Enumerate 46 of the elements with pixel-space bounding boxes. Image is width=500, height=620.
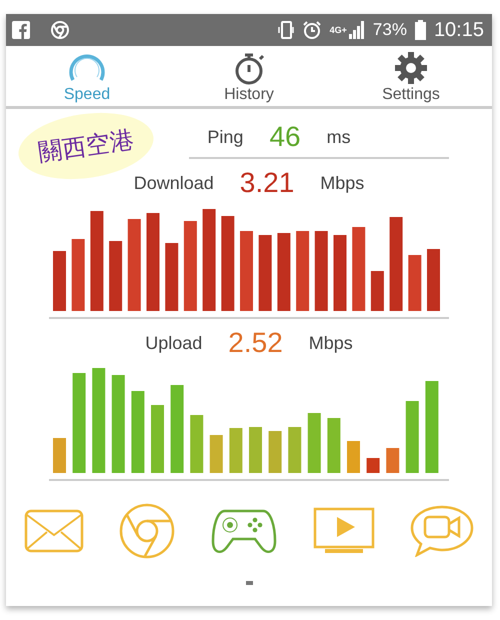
vibrate-icon: [278, 20, 294, 40]
battery-icon: [414, 20, 426, 40]
facebook-icon: [12, 21, 30, 39]
play-screen-icon[interactable]: [312, 507, 375, 555]
upload-bar: [347, 441, 360, 473]
clock-time: 10:15: [434, 18, 484, 42]
upload-bar: [190, 415, 204, 473]
download-value: 3.21: [240, 167, 294, 199]
upload-bar: [210, 435, 223, 473]
download-unit: Mbps: [320, 172, 364, 194]
gamepad-icon[interactable]: [210, 507, 277, 555]
upload-bar: [406, 401, 419, 473]
page-indicator: [246, 580, 252, 584]
upload-bar: [308, 413, 321, 473]
upload-bar: [249, 427, 262, 473]
ping-unit: ms: [326, 126, 351, 148]
download-bar: [109, 241, 122, 311]
upload-bar: [327, 418, 340, 473]
envelope-icon[interactable]: [24, 509, 84, 553]
upload-bar: [366, 458, 380, 473]
upload-bar: [151, 405, 164, 473]
browser-icon: [50, 20, 70, 40]
ping-label: Ping: [207, 126, 244, 148]
upload-value: 2.52: [228, 327, 283, 359]
tab[interactable]: History: [189, 50, 309, 104]
video-chat-icon[interactable]: [410, 505, 474, 557]
upload-bar: [268, 431, 282, 473]
network-label: 4G+: [330, 25, 347, 35]
tab[interactable]: Settings: [351, 50, 471, 104]
upload-bar: [288, 427, 302, 473]
download-bar: [53, 251, 66, 311]
download-bar: [72, 239, 85, 311]
alarm-icon: [302, 20, 322, 40]
browser-icon[interactable]: [119, 503, 176, 559]
upload-bar: [229, 428, 242, 473]
upload-bar: [53, 438, 66, 473]
ping-value: 46: [269, 121, 301, 153]
download-bar: [165, 243, 178, 311]
battery-percent: 73%: [372, 20, 407, 40]
download-bar: [370, 271, 384, 311]
signal-icon: [348, 20, 365, 40]
download-bar: [408, 255, 422, 311]
download-bar: [427, 249, 440, 311]
upload-label: Upload: [145, 332, 202, 354]
upload-bar: [386, 448, 400, 473]
upload-unit: Mbps: [308, 332, 353, 354]
